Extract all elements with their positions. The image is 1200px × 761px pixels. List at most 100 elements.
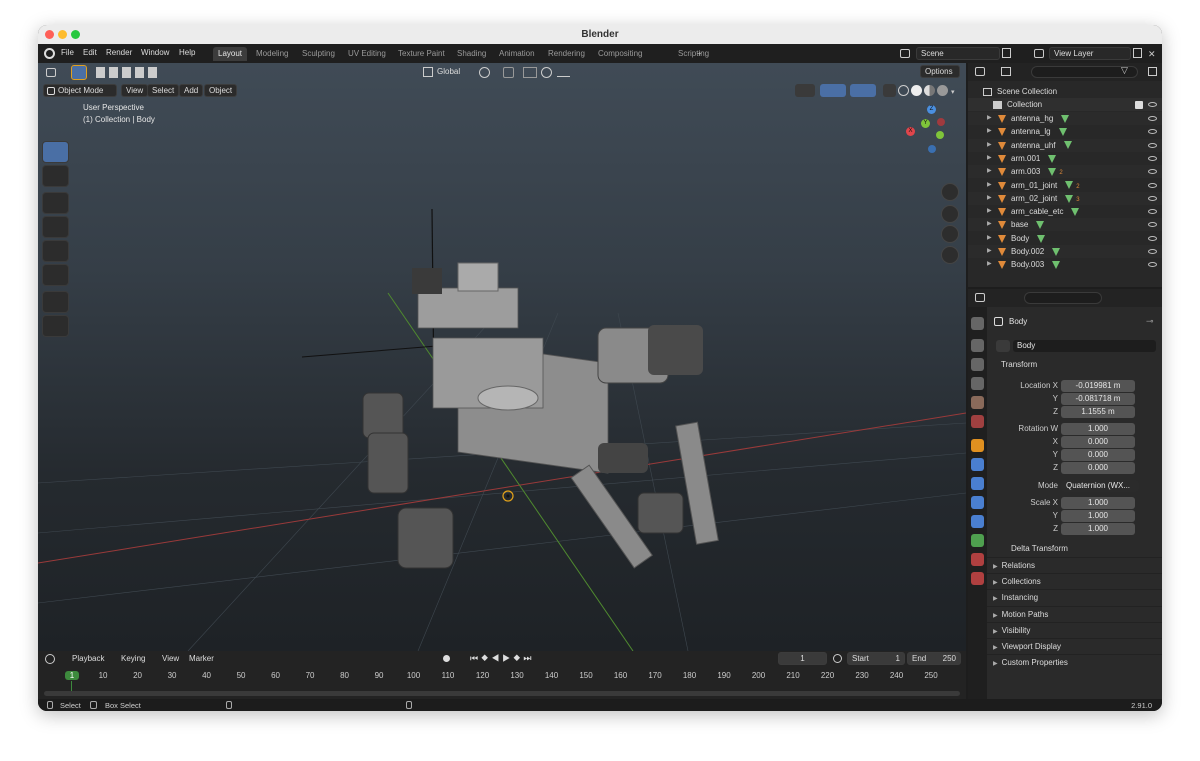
outliner-item[interactable]: ▶ Body.002 [968, 245, 1162, 258]
visibility-eye-icon[interactable] [1148, 222, 1157, 228]
properties-search-input[interactable] [1024, 292, 1102, 304]
workspace-tab-texture-paint[interactable]: Texture Paint [393, 47, 450, 61]
visibility-eye-icon[interactable] [1148, 209, 1157, 215]
pin-icon[interactable]: ⊸ [1146, 316, 1154, 327]
pan-view-icon[interactable] [941, 205, 959, 223]
gizmo-neg-x[interactable] [937, 118, 945, 126]
timeline-scrollbar[interactable] [44, 691, 960, 696]
mesh-data-icon[interactable] [1065, 194, 1074, 203]
minimize-window-button[interactable] [58, 30, 67, 39]
workspace-tab-shading[interactable]: Shading [452, 47, 491, 61]
outliner-item[interactable]: ▶ base [968, 218, 1162, 232]
timeline-editor-icon[interactable] [45, 654, 55, 664]
mesh-data-icon[interactable] [1037, 234, 1046, 243]
mesh-data-icon[interactable] [1052, 261, 1061, 270]
menu-edit[interactable]: Edit [83, 48, 97, 57]
mesh-data-icon[interactable] [1071, 207, 1080, 216]
outliner-item[interactable]: ▶ arm_cable_etc [968, 205, 1162, 218]
workspace-tab-sculpting[interactable]: Sculpting [297, 47, 340, 61]
filter-icon[interactable]: ▽ [1121, 65, 1128, 76]
rotation-z-field[interactable]: 0.000 [1061, 462, 1135, 474]
section-collections[interactable]: ▶ Collections [987, 573, 1162, 589]
rotation-mode-select[interactable]: Quaternion (WX... [1061, 480, 1139, 492]
rotation-w-field[interactable]: 1.000 [1061, 423, 1135, 435]
visibility-eye-icon[interactable] [1148, 262, 1157, 268]
mesh-data-icon[interactable] [1036, 221, 1045, 230]
expand-arrow-icon[interactable]: ▶ [987, 179, 992, 192]
3d-viewport[interactable]: Global Options Object Mode View Select A… [38, 63, 966, 651]
visibility-eye-icon[interactable] [1148, 116, 1157, 121]
zoom-view-icon[interactable] [941, 183, 959, 201]
navigation-gizmo[interactable]: Z Y X [904, 103, 954, 163]
view-layer-selector[interactable]: View Layer [1049, 47, 1131, 60]
expand-arrow-icon[interactable]: ▶ [987, 205, 992, 218]
section-visibility[interactable]: ▶ Visibility [987, 621, 1162, 638]
copy-view-layer-icon[interactable] [1133, 48, 1142, 58]
expand-arrow-icon[interactable]: ▶ [987, 152, 992, 165]
workspace-tab-uv-editing[interactable]: UV Editing [343, 47, 391, 61]
timeline-menu-playback[interactable]: Playback [72, 654, 104, 663]
mesh-data-icon[interactable] [1061, 114, 1070, 123]
outliner-item[interactable]: ▶ Body.003 [968, 258, 1162, 271]
expand-arrow-icon[interactable]: ▶ [987, 258, 992, 271]
outliner-item[interactable]: ▶ arm_01_joint 2 [968, 179, 1162, 192]
section-relations[interactable]: ▶ Relations [987, 557, 1162, 573]
rotation-x-field[interactable]: 0.000 [1061, 436, 1135, 448]
expand-arrow-icon[interactable]: ▶ [987, 139, 992, 152]
output-tab-icon[interactable] [971, 358, 984, 371]
location-z-field[interactable]: 1.1555 m [1061, 406, 1135, 418]
outliner-item[interactable]: ▶ antenna_uhf [968, 138, 1162, 152]
scene-selector[interactable]: Scene [916, 47, 1000, 60]
mesh-data-icon[interactable] [1065, 181, 1074, 190]
scene-tab-icon[interactable] [971, 396, 984, 409]
visibility-eye-icon[interactable] [1148, 235, 1157, 241]
new-collection-icon[interactable] [1148, 67, 1157, 76]
mesh-data-icon[interactable] [1063, 141, 1072, 150]
auto-keying-icon[interactable] [443, 655, 450, 662]
expand-arrow-icon[interactable]: ▶ [987, 165, 992, 178]
section-viewport-display[interactable]: ▶ Viewport Display [987, 638, 1162, 654]
collection-checkbox[interactable] [1135, 101, 1143, 109]
copy-scene-icon[interactable] [1002, 48, 1011, 58]
expand-arrow-icon[interactable]: ▶ [987, 125, 992, 138]
scene-collection-row[interactable]: Scene Collection [968, 85, 1162, 98]
timeline-menu-keying[interactable]: Keying [121, 654, 145, 663]
data-tab-icon[interactable] [971, 534, 984, 547]
texture-tab-icon[interactable] [971, 572, 984, 585]
blender-logo-icon[interactable] [44, 48, 55, 59]
tool-tab-icon[interactable] [971, 317, 984, 330]
scale-z-field[interactable]: 1.000 [1061, 523, 1135, 535]
object-tab-icon[interactable] [971, 439, 984, 452]
mesh-data-icon[interactable] [1052, 247, 1061, 256]
add-workspace-button[interactable]: + [692, 47, 707, 61]
timeline-menu-marker[interactable]: Marker [189, 654, 214, 663]
visibility-eye-icon[interactable] [1148, 249, 1157, 254]
perspective-toggle-icon[interactable] [941, 246, 959, 264]
close-window-button[interactable] [45, 30, 54, 39]
expand-arrow-icon[interactable]: ▶ [987, 245, 992, 258]
outliner-item[interactable]: ▶ antenna_lg [968, 125, 1162, 138]
clock-icon[interactable] [833, 654, 842, 663]
menu-window[interactable]: Window [141, 48, 169, 57]
start-frame-field[interactable]: Start 1 [847, 652, 905, 665]
workspace-tab-rendering[interactable]: Rendering [543, 47, 590, 61]
workspace-tab-compositing[interactable]: Compositing [593, 47, 647, 61]
end-frame-field[interactable]: End 250 [907, 652, 961, 665]
render-tab-icon[interactable] [971, 339, 984, 352]
outliner-item[interactable]: ▶ arm_02_joint 3 [968, 191, 1162, 205]
visibility-eye-icon[interactable] [1148, 142, 1157, 148]
visibility-eye-icon[interactable] [1148, 169, 1157, 175]
menu-help[interactable]: Help [179, 48, 195, 57]
material-tab-icon[interactable] [971, 553, 984, 566]
properties-editor-icon[interactable] [975, 293, 985, 302]
gizmo-y-axis[interactable]: Y [921, 119, 930, 128]
section-instancing[interactable]: ▶ Instancing [987, 589, 1162, 605]
visibility-eye-icon[interactable] [1148, 182, 1157, 188]
world-tab-icon[interactable] [971, 415, 984, 428]
menu-file[interactable]: File [61, 48, 74, 57]
gizmo-neg-z[interactable] [928, 145, 936, 153]
object-name-field[interactable]: Body [1013, 340, 1156, 352]
section-custom-properties[interactable]: ▶ Custom Properties [987, 654, 1162, 670]
outliner-item[interactable]: ▶ Body [968, 232, 1162, 245]
camera-view-icon[interactable] [941, 225, 959, 243]
